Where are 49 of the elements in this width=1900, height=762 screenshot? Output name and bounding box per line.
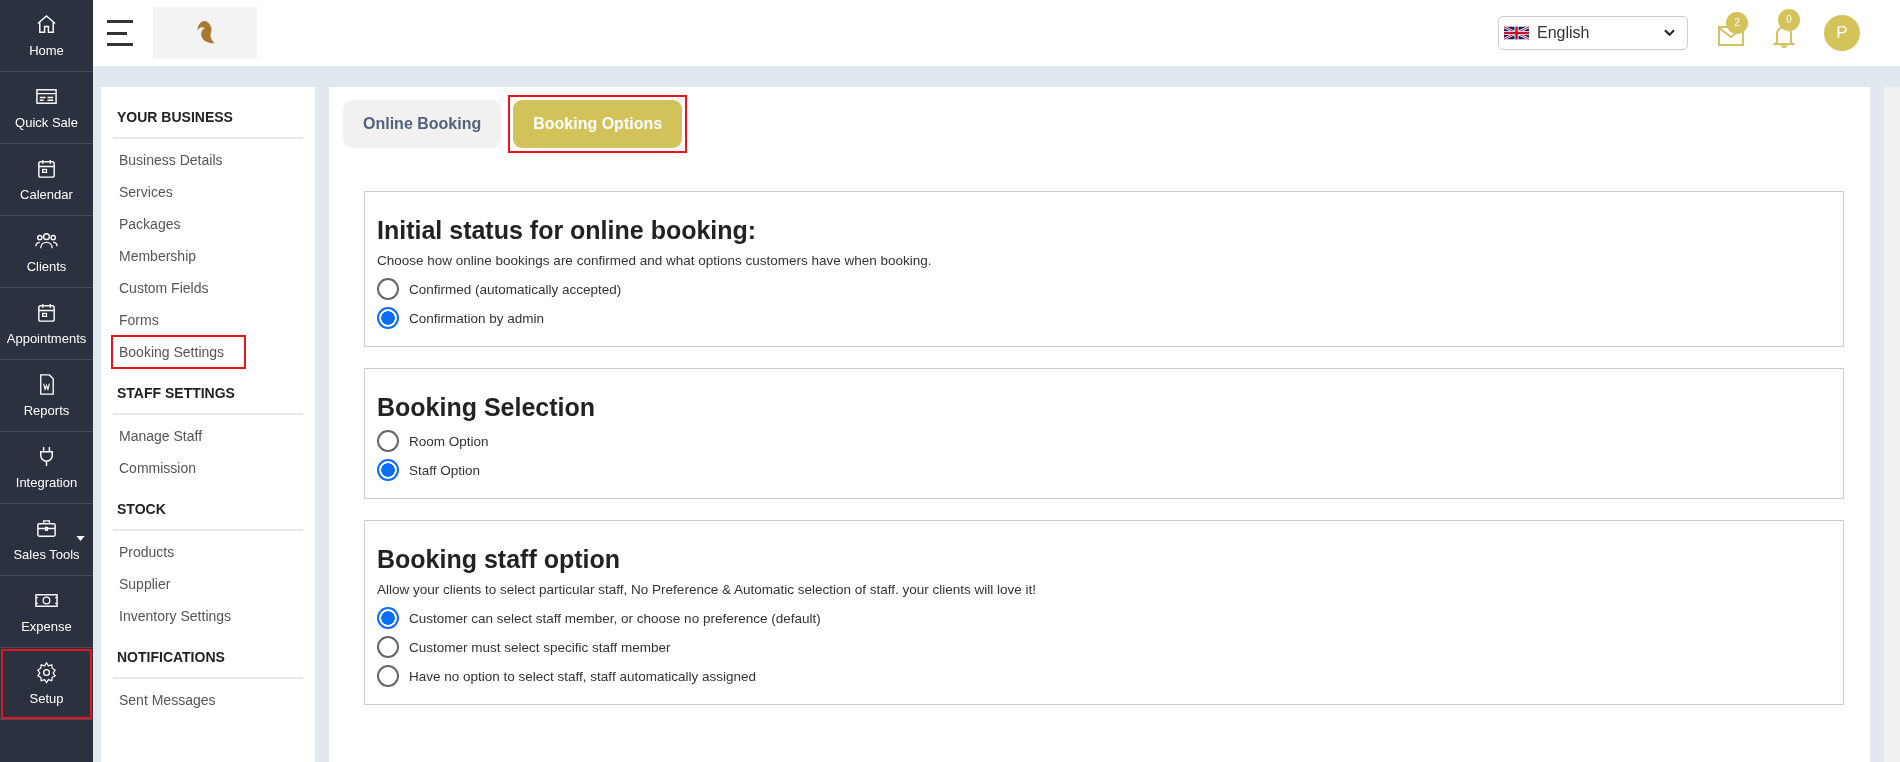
section-heading: NOTIFICATIONS bbox=[113, 643, 303, 679]
calendar-icon bbox=[35, 157, 58, 180]
card-title: Booking staff option bbox=[377, 545, 622, 574]
card-title: Booking Selection bbox=[377, 393, 597, 422]
radio-label: Staff Option bbox=[409, 462, 481, 478]
chevron-down-icon bbox=[1664, 29, 1675, 37]
language-dropdown[interactable]: English bbox=[1498, 16, 1688, 50]
radio-button[interactable] bbox=[377, 665, 399, 687]
radio-label: Room Option bbox=[409, 433, 489, 449]
card-description: Choose how online bookings are confirmed and what options customers have when booking. bbox=[377, 253, 933, 268]
section-heading: STAFF SETTINGS bbox=[113, 379, 303, 415]
radio-label: Have no option to select staff, staff automatically assigned bbox=[409, 668, 756, 684]
briefcase-icon bbox=[35, 517, 58, 540]
radio-button[interactable] bbox=[377, 636, 399, 658]
flag-icon bbox=[1504, 25, 1529, 41]
home-icon bbox=[35, 13, 58, 36]
calendar-icon bbox=[35, 301, 58, 324]
radio-button[interactable] bbox=[377, 459, 399, 481]
card-description: Allow your clients to select particular staff, No Preference & Automatic selection of staff. your clients will love it! bbox=[377, 582, 1038, 597]
settings-nav-link[interactable]: Sent Messages bbox=[113, 685, 222, 715]
radio-button[interactable] bbox=[377, 430, 399, 452]
settings-nav-link[interactable]: Commission bbox=[113, 453, 202, 483]
radio-label: Customer must select specific staff member bbox=[409, 639, 671, 655]
notification-badge: 0 bbox=[1778, 8, 1800, 31]
settings-nav-link[interactable]: Packages bbox=[113, 209, 187, 239]
radio-button[interactable] bbox=[377, 607, 399, 629]
settings-nav-link[interactable]: Manage Staff bbox=[113, 421, 209, 451]
settings-nav-link[interactable]: Inventory Settings bbox=[113, 601, 238, 631]
settings-nav-link[interactable]: Supplier bbox=[113, 569, 177, 599]
mail-icon bbox=[1718, 25, 1744, 46]
settings-nav-link[interactable]: Custom Fields bbox=[113, 273, 215, 303]
section-heading: YOUR BUSINESS bbox=[113, 103, 303, 139]
settings-nav-link[interactable]: Services bbox=[113, 177, 179, 207]
section-heading: STOCK bbox=[113, 495, 303, 531]
settings-nav-link[interactable]: Business Details bbox=[113, 145, 229, 175]
radio-label: Confirmed (automatically accepted) bbox=[409, 281, 622, 297]
sidebar-item[interactable]: Setup bbox=[0, 648, 93, 720]
radio-label: Customer can select staff member, or choose no preference (default) bbox=[409, 610, 821, 626]
settings-nav-link[interactable]: Forms bbox=[113, 305, 165, 335]
tab[interactable]: Online Booking bbox=[343, 100, 502, 148]
radio-button[interactable] bbox=[377, 278, 399, 300]
settings-icon bbox=[35, 661, 58, 684]
radio-label: Confirmation by admin bbox=[409, 310, 545, 326]
settings-nav-link[interactable]: Booking Settings bbox=[113, 337, 245, 367]
settings-nav-link[interactable]: Products bbox=[113, 537, 181, 567]
card-title: Initial status for online booking: bbox=[377, 216, 758, 245]
settings-nav-link[interactable]: Membership bbox=[113, 241, 203, 271]
notification-badge: 2 bbox=[1726, 11, 1748, 34]
radio-button[interactable] bbox=[377, 307, 399, 329]
